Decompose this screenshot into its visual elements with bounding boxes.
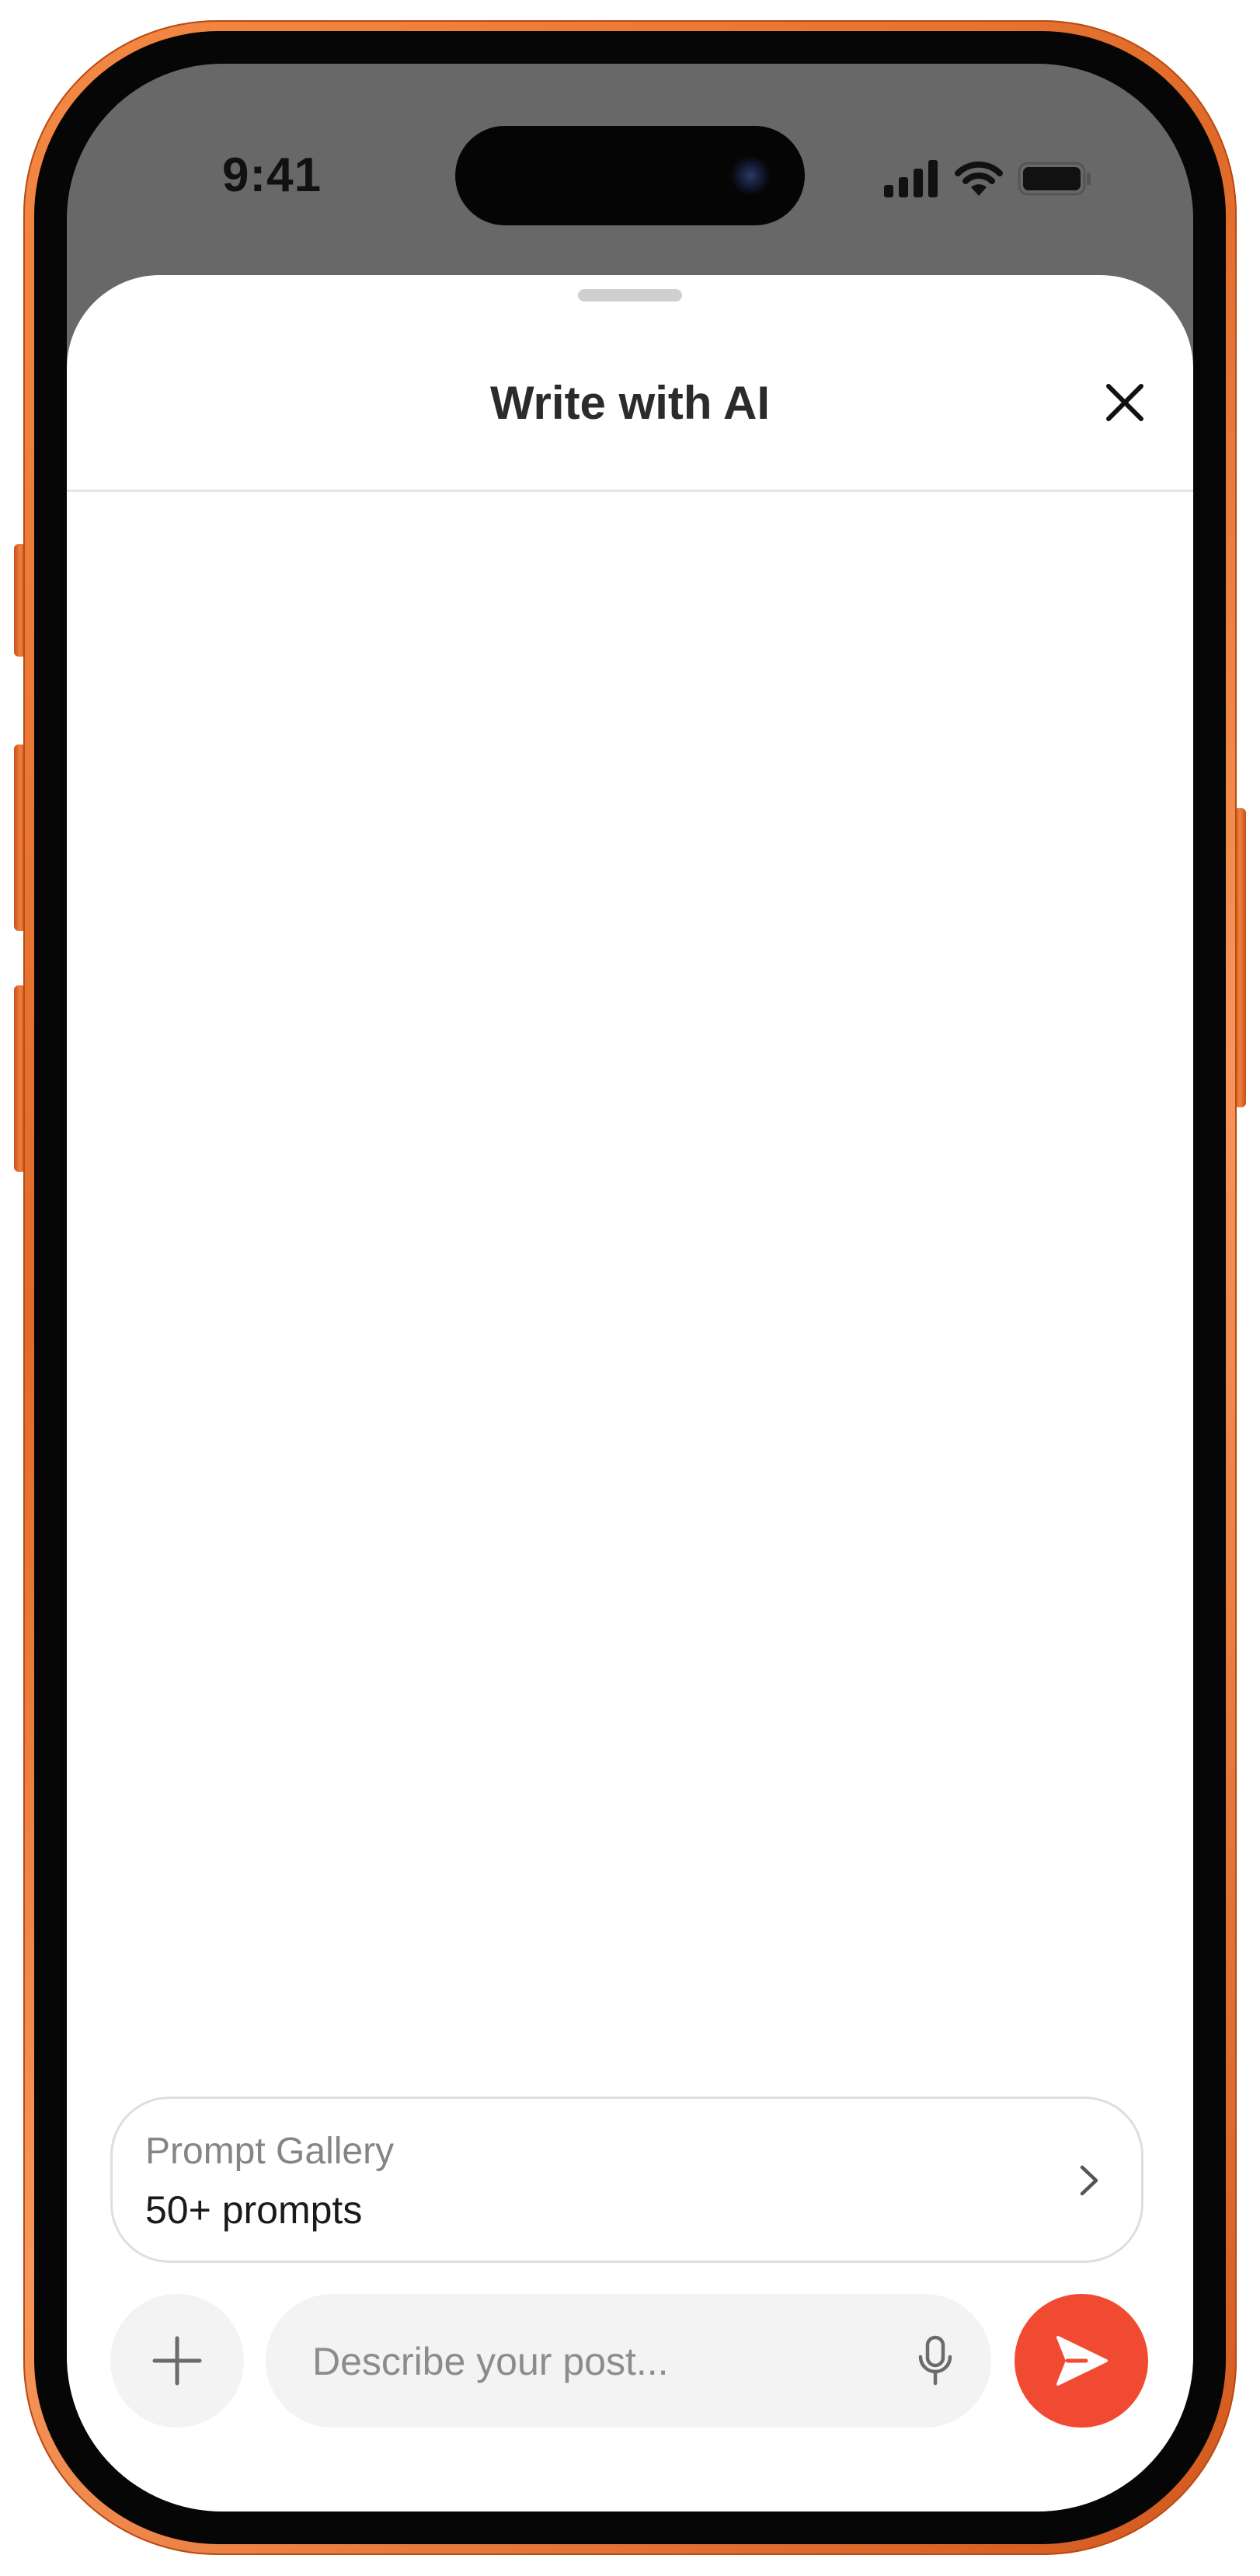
sheet-grabber[interactable] xyxy=(578,289,682,302)
sheet-title: Write with AI xyxy=(490,377,770,429)
plus-icon xyxy=(152,2336,202,2386)
ai-sheet: Write with AI Prompt Gallery 50+ prompts xyxy=(67,275,1193,2512)
front-camera-icon xyxy=(730,155,771,196)
send-button[interactable] xyxy=(1015,2294,1148,2428)
status-icons xyxy=(882,155,1092,202)
chevron-right-icon xyxy=(1080,2165,1098,2196)
close-icon xyxy=(1106,384,1143,421)
microphone-button[interactable] xyxy=(907,2333,963,2389)
phone-screen: 9:41 Write with AI Prompt Gallery 50+ pr… xyxy=(67,64,1193,2512)
battery-icon xyxy=(1018,162,1091,196)
stage: 9:41 Write with AI Prompt Gallery 50+ pr… xyxy=(0,0,1260,2576)
composer xyxy=(266,2294,991,2429)
add-attachment-button[interactable] xyxy=(110,2294,244,2428)
send-icon xyxy=(1056,2336,1108,2386)
sheet-divider xyxy=(67,490,1193,492)
prompt-gallery-label: Prompt Gallery xyxy=(145,2131,395,2172)
status-time: 9:41 xyxy=(222,148,322,202)
cellular-signal-icon xyxy=(884,160,938,197)
prompt-gallery-card[interactable]: Prompt Gallery 50+ prompts xyxy=(110,2097,1143,2263)
describe-post-input[interactable] xyxy=(311,2294,873,2429)
prompt-gallery-count: 50+ prompts xyxy=(145,2188,363,2232)
phone-frame: 9:41 Write with AI Prompt Gallery 50+ pr… xyxy=(23,20,1237,2555)
microphone-icon xyxy=(918,2335,952,2386)
dynamic-island xyxy=(455,126,805,225)
close-button[interactable] xyxy=(1097,375,1153,430)
wifi-icon xyxy=(955,161,1003,196)
